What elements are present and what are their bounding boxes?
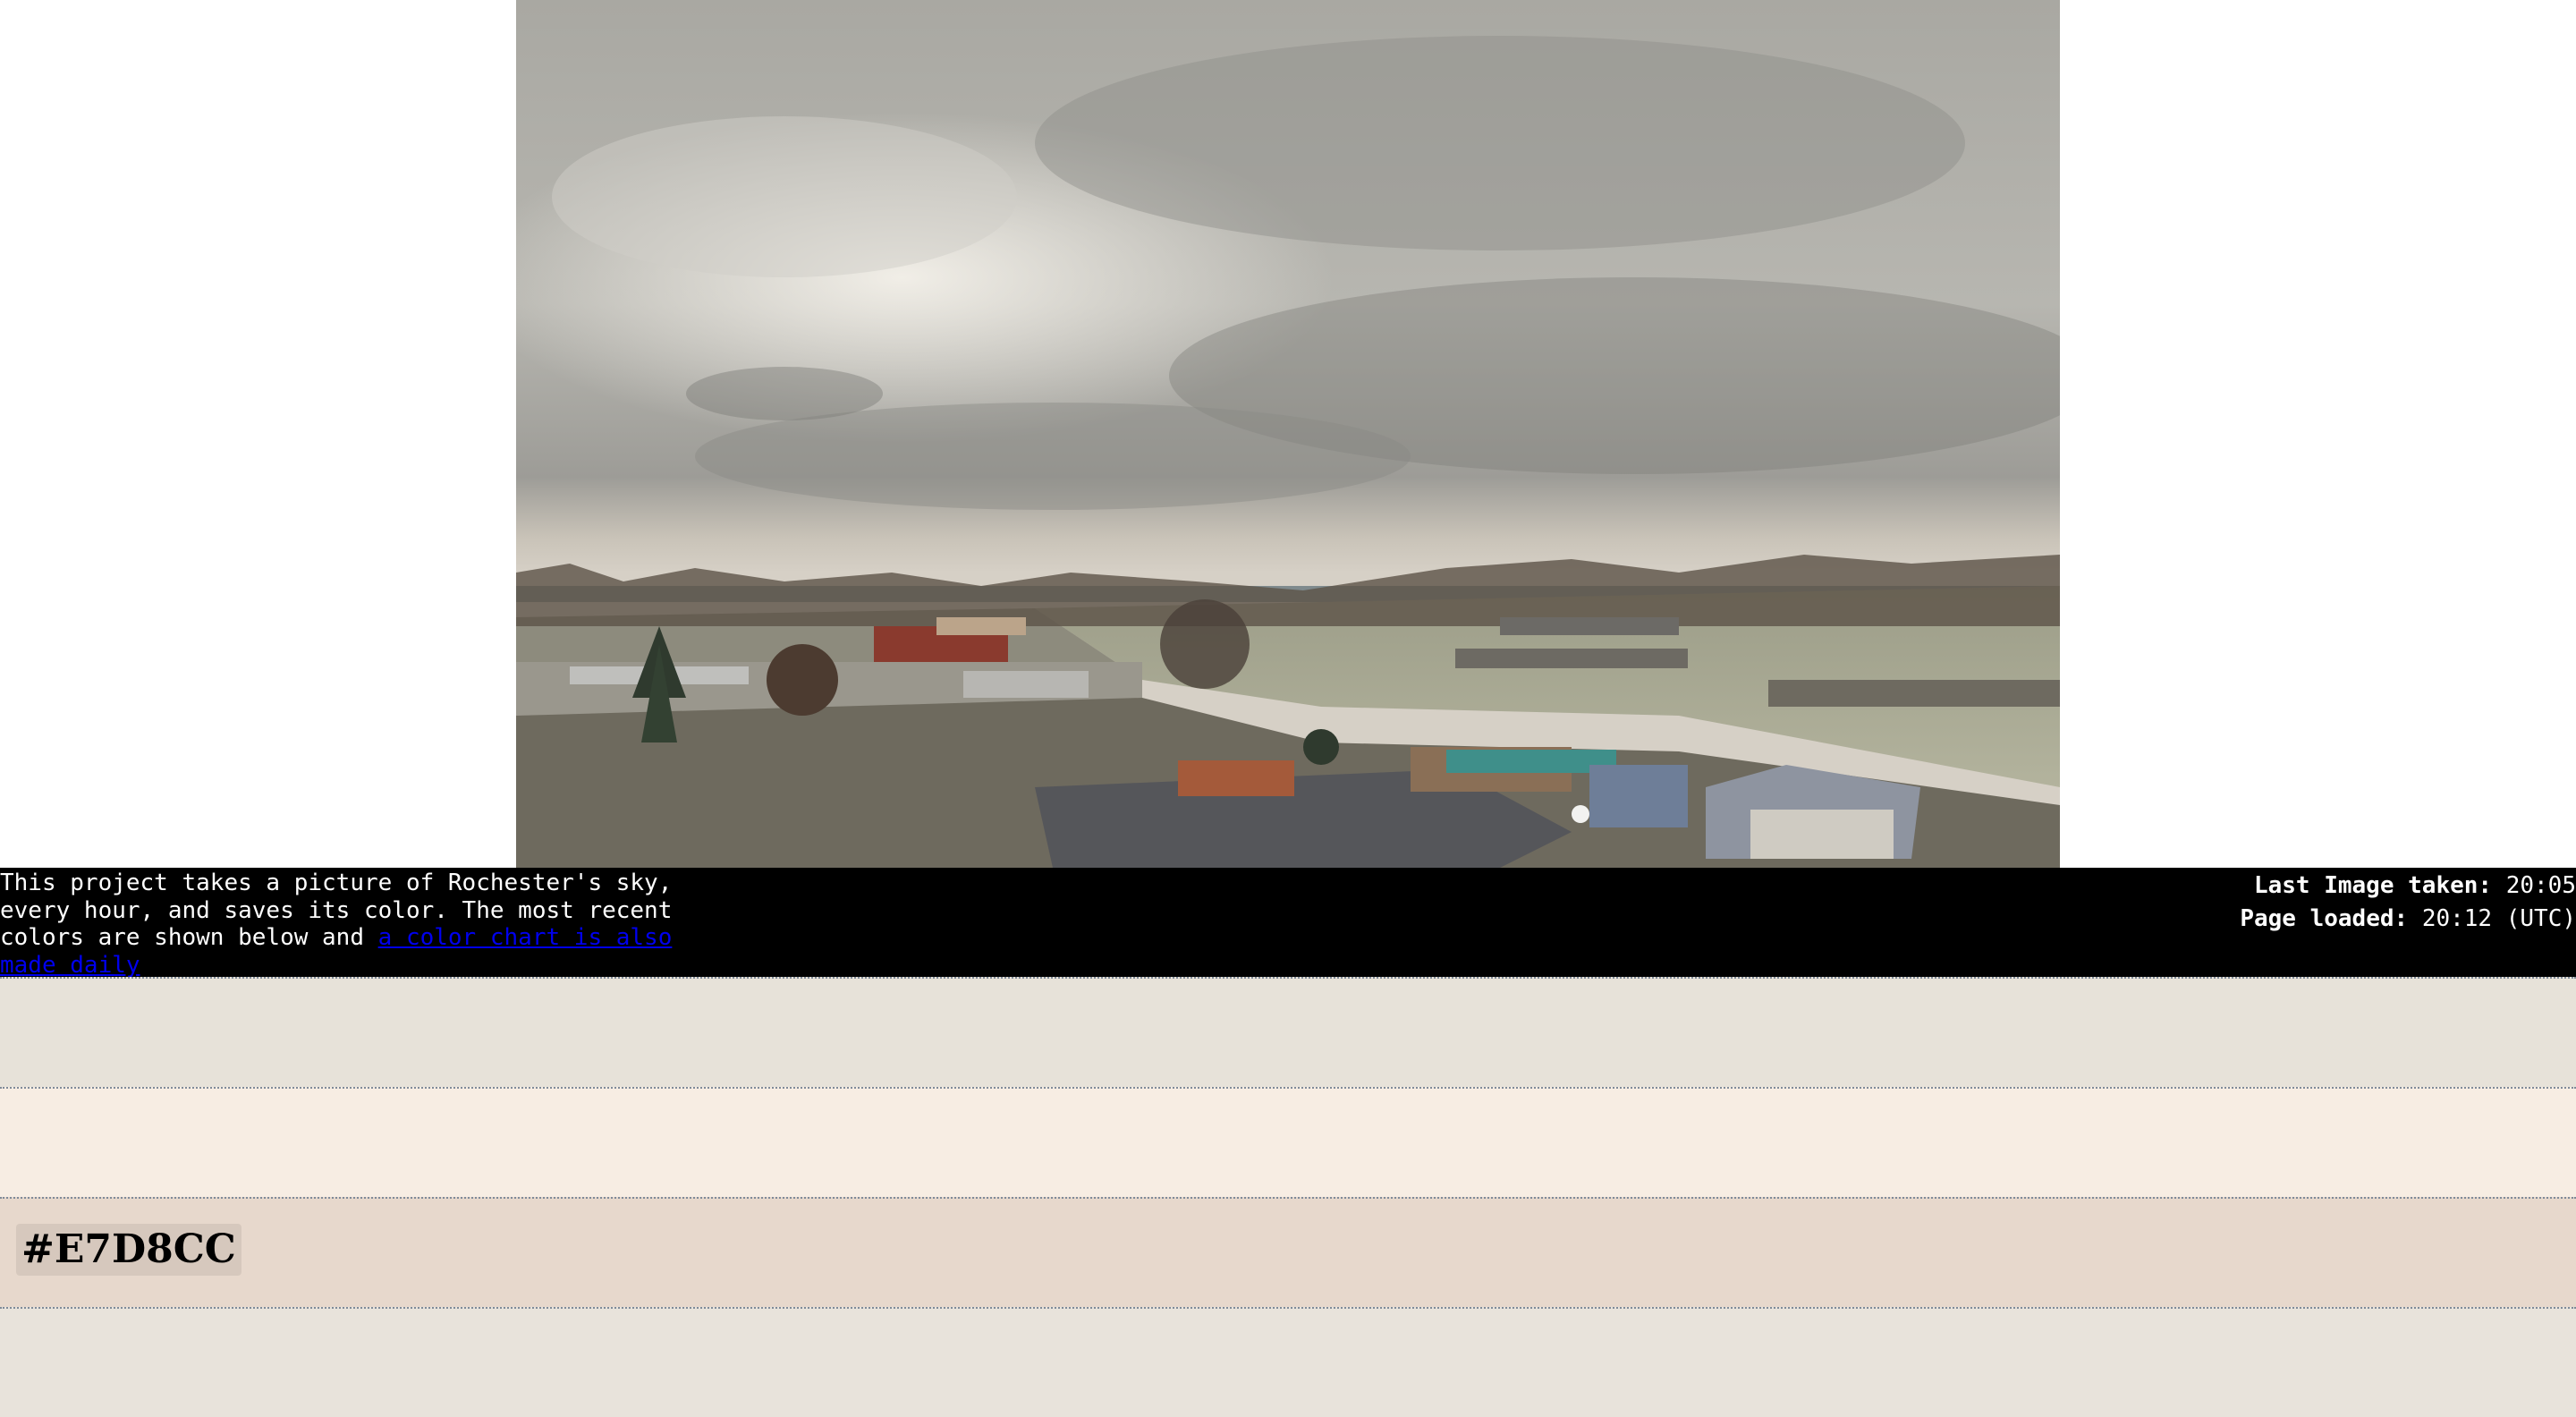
- color-swatch-list: #E7D8CC: [0, 977, 2576, 1417]
- sky-webcam-image: [516, 0, 2060, 868]
- color-swatch: [0, 1307, 2576, 1417]
- page-loaded-line: Page loaded: 20:12 (UTC): [2240, 903, 2576, 936]
- page-loaded-time: 20:12 (UTC): [2421, 905, 2576, 932]
- last-image-time: 20:05: [2505, 872, 2576, 899]
- swatch-hex-label: #E7D8CC: [16, 1224, 242, 1276]
- color-swatch: [0, 1087, 2576, 1197]
- project-description: This project takes a picture of Rocheste…: [0, 870, 680, 979]
- last-image-label: Last Image taken:: [2253, 872, 2493, 899]
- last-image-line: Last Image taken: 20:05: [2240, 870, 2576, 903]
- color-swatch: #E7D8CC: [0, 1197, 2576, 1307]
- status-block: Last Image taken: 20:05 Page loaded: 20:…: [2240, 870, 2576, 936]
- color-swatch: [0, 977, 2576, 1087]
- info-bar: This project takes a picture of Rocheste…: [0, 868, 2576, 979]
- page-loaded-label: Page loaded:: [2240, 905, 2409, 932]
